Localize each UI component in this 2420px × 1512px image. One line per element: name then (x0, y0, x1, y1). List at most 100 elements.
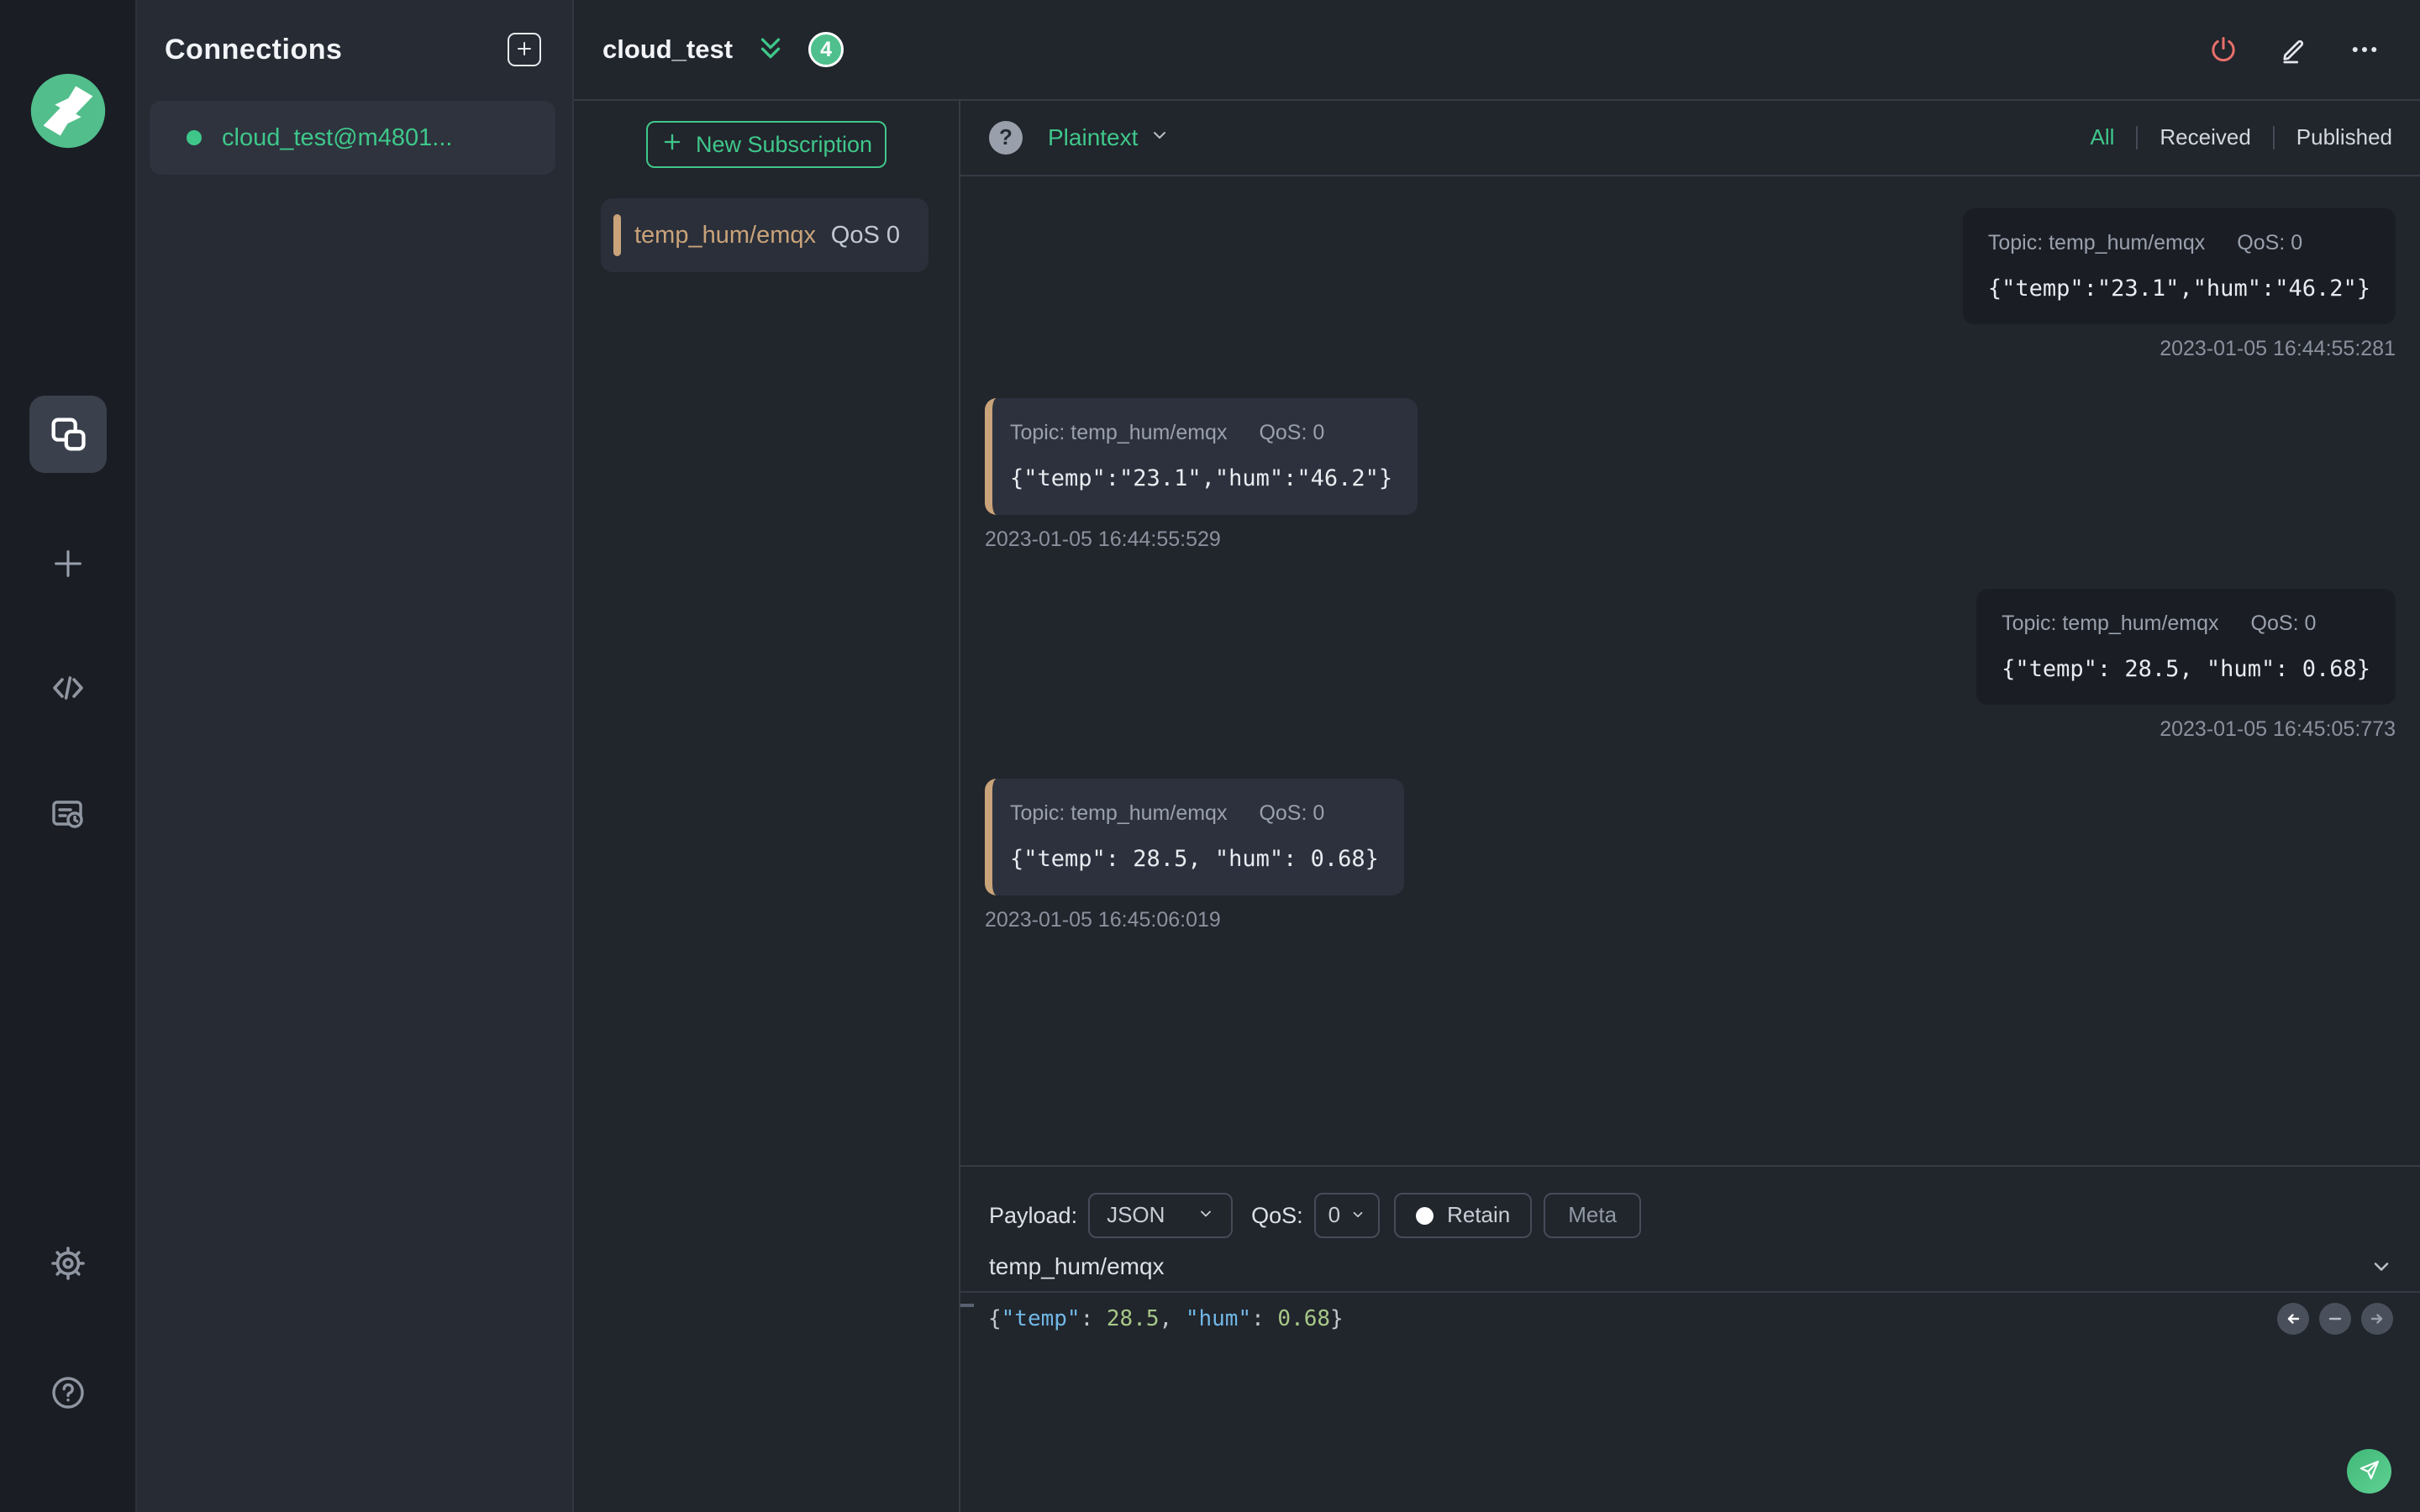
filter-received[interactable]: Received (2138, 124, 2272, 150)
plus-icon (49, 544, 87, 583)
message-topic: Topic: temp_hum/emqx (1010, 801, 1228, 826)
sidebar-item-log[interactable] (46, 792, 90, 836)
message-header: Topic: temp_hum/emqx QoS: 0 (1988, 230, 2370, 255)
message: Topic: temp_hum/emqx QoS: 0 {"temp": 28.… (985, 588, 2396, 742)
prev-arrow-left-icon[interactable] (2277, 1303, 2309, 1335)
more-ellipsis-icon[interactable] (2346, 31, 2383, 68)
next-arrow-right-icon[interactable] (2361, 1303, 2393, 1335)
chevron-double-down-icon[interactable] (755, 34, 786, 66)
message-timestamp: 2023-01-05 16:44:55:281 (2160, 337, 2396, 361)
qos-label: QoS: (1251, 1202, 1303, 1228)
meta-label: Meta (1568, 1202, 1618, 1228)
right-region: cloud_test 4 New Subscription temp_hum/e… (574, 0, 2420, 1512)
plus-icon (514, 39, 534, 61)
message-topic: Topic: temp_hum/emqx (1987, 231, 2206, 255)
message-qos: QoS: 0 (1259, 801, 1325, 826)
help-icon (48, 1373, 88, 1413)
chevron-down-icon (1350, 1202, 1365, 1228)
message: Topic: temp_hum/emqx QoS: 0 {"temp": 28.… (985, 779, 2396, 932)
message-payload: {"temp":"23.1","hum":"46.2"} (1010, 465, 1393, 492)
editor-gutter-mark (960, 1304, 974, 1307)
collapse-editor-chevron-icon[interactable] (2370, 1255, 2393, 1278)
new-subscription-button[interactable]: New Subscription (646, 121, 886, 168)
message-bubble[interactable]: Topic: temp_hum/emqx QoS: 0 {"temp":"23.… (1962, 208, 2396, 325)
subscription-item[interactable]: temp_hum/emqx QoS 0 (601, 198, 929, 272)
body-row: New Subscription temp_hum/emqx QoS 0 ? P… (574, 101, 2420, 1512)
subscription-count-badge: 4 (808, 32, 844, 67)
code-icon (48, 668, 88, 708)
connections-title: Connections (165, 33, 343, 66)
settings-gear-icon (48, 1243, 88, 1284)
icon-sidebar (0, 0, 137, 1512)
connection-status-dot (187, 130, 202, 145)
format-help-icon[interactable]: ? (989, 121, 1023, 155)
connection-title: cloud_test (602, 34, 734, 65)
message-timestamp: 2023-01-05 16:45:05:773 (2160, 717, 2396, 742)
message-header: Topic: temp_hum/emqx QoS: 0 (2002, 611, 2370, 636)
payload-format-dropdown[interactable]: Plaintext (1048, 123, 1170, 152)
message-nav-buttons (2277, 1303, 2393, 1335)
subscriptions-panel: New Subscription temp_hum/emqx QoS 0 (574, 101, 960, 1512)
message-qos: QoS: 0 (2237, 231, 2303, 255)
meta-button[interactable]: Meta (1544, 1193, 1642, 1238)
qos-selected: 0 (1328, 1202, 1341, 1228)
edit-pencil-icon[interactable] (2275, 31, 2312, 68)
sidebar-item-help[interactable] (46, 1371, 90, 1415)
connections-panel: Connections cloud_test@m4801... (137, 0, 574, 1512)
message-timestamp: 2023-01-05 16:44:55:529 (985, 527, 1221, 551)
minus-icon[interactable] (2319, 1303, 2351, 1335)
sidebar-item-new-connection[interactable] (46, 542, 90, 585)
connection-label: cloud_test@m4801... (222, 123, 453, 151)
log-icon (48, 794, 88, 834)
publish-payload-editor-line[interactable]: {"temp": 28.5, "hum": 0.68} (988, 1306, 2420, 1332)
payload-format-select[interactable]: JSON (1088, 1193, 1234, 1238)
retain-label: Retain (1447, 1202, 1511, 1228)
retain-dot-icon (1416, 1206, 1434, 1225)
connection-item[interactable]: cloud_test@m4801... (150, 101, 555, 175)
mqttx-logo (29, 72, 107, 150)
subscription-color-bar (613, 214, 621, 256)
message-header: Topic: temp_hum/emqx QoS: 0 (1010, 420, 1392, 445)
message-toolbar: ? Plaintext All Received Published (960, 101, 2420, 176)
message-qos: QoS: 0 (2250, 611, 2317, 635)
publish-payload-editor[interactable]: {"temp": 28.5, "hum": 0.68} (960, 1293, 2420, 1512)
sidebar-item-script[interactable] (46, 666, 90, 710)
filter-all[interactable]: All (2068, 124, 2136, 150)
send-button[interactable] (2347, 1449, 2391, 1494)
filter-published[interactable]: Published (2275, 124, 2392, 150)
message-bubble[interactable]: Topic: temp_hum/emqx QoS: 0 {"temp": 28.… (1976, 588, 2396, 706)
subscription-qos: QoS 0 (830, 221, 900, 249)
message: Topic: temp_hum/emqx QoS: 0 {"temp":"23.… (985, 208, 2396, 361)
payload-label: Payload: (989, 1202, 1078, 1228)
add-connection-button[interactable] (508, 33, 541, 66)
disconnect-power-icon[interactable] (2205, 31, 2242, 68)
sidebar-item-connections[interactable] (29, 396, 107, 473)
connections-header: Connections (137, 0, 572, 99)
message-panel: ? Plaintext All Received Published Topic… (960, 101, 2420, 1512)
chevron-down-icon (1150, 125, 1170, 150)
message-payload: {"temp": 28.5, "hum": 0.68} (1010, 846, 1379, 873)
message-topic: Topic: temp_hum/emqx (1010, 421, 1228, 445)
mqttx-app: Connections cloud_test@m4801... cloud_te… (0, 0, 2420, 1512)
publish-area: Payload: JSON QoS: 0 Retain Meta temp_hu… (960, 1165, 2420, 1512)
message: Topic: temp_hum/emqx QoS: 0 {"temp":"23.… (985, 398, 2396, 551)
payload-format-selected: JSON (1107, 1202, 1165, 1228)
qos-select[interactable]: 0 (1313, 1193, 1381, 1238)
message-payload: {"temp": 28.5, "hum": 0.68} (2002, 655, 2370, 682)
subscription-topic: temp_hum/emqx (634, 221, 816, 249)
message-topic: Topic: temp_hum/emqx (2002, 611, 2219, 635)
message-bubble[interactable]: Topic: temp_hum/emqx QoS: 0 {"temp": 28.… (985, 779, 1404, 895)
message-payload: {"temp":"23.1","hum":"46.2"} (1987, 276, 2370, 302)
new-subscription-label: New Subscription (695, 131, 873, 157)
message-filters: All Received Published (2068, 124, 2392, 150)
retain-toggle[interactable]: Retain (1394, 1193, 1533, 1238)
message-list: Topic: temp_hum/emqx QoS: 0 {"temp":"23.… (960, 176, 2420, 1165)
publish-topic-input[interactable]: temp_hum/emqx (989, 1252, 1165, 1281)
message-header: Topic: temp_hum/emqx QoS: 0 (1010, 801, 1379, 826)
publish-topic-row: temp_hum/emqx (960, 1242, 2420, 1293)
sidebar-item-settings[interactable] (46, 1242, 90, 1285)
message-qos: QoS: 0 (1259, 421, 1325, 445)
message-bubble[interactable]: Topic: temp_hum/emqx QoS: 0 {"temp":"23.… (985, 398, 1418, 515)
message-timestamp: 2023-01-05 16:45:06:019 (985, 907, 1221, 932)
send-paper-plane-icon (2357, 1457, 2382, 1485)
